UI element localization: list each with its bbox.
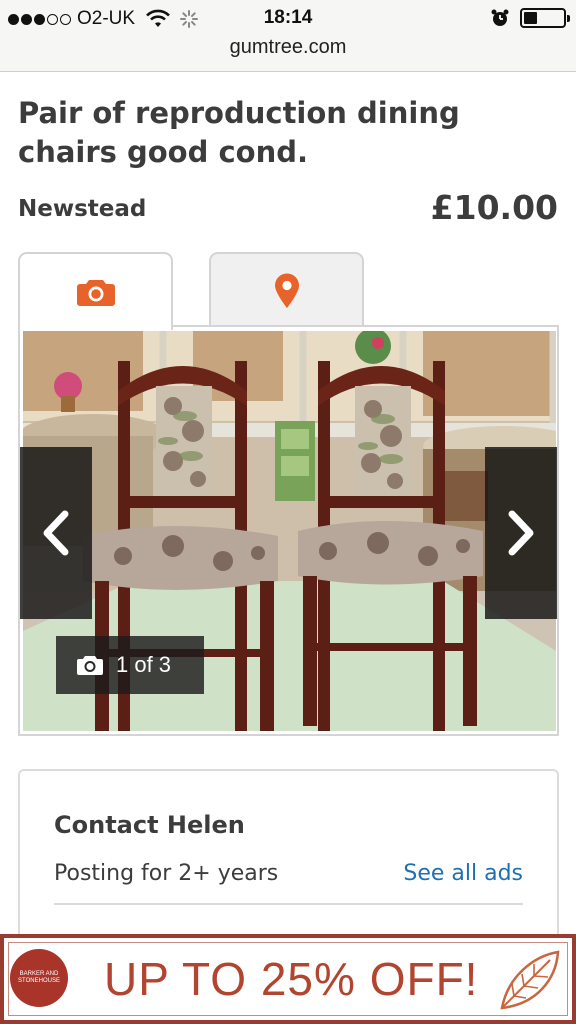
listing-location: Newstead <box>18 196 147 222</box>
brand-logo: BARKER AND STONEHOUSE <box>10 949 68 1007</box>
previous-photo-button[interactable] <box>20 447 92 619</box>
divider <box>54 903 523 905</box>
alarm-clock-icon <box>491 9 509 26</box>
posting-duration: Posting for 2+ years <box>54 861 279 886</box>
camera-icon <box>77 656 103 675</box>
status-bar-right <box>490 8 570 28</box>
ad-banner[interactable]: BARKER AND STONEHOUSE UP TO 25% OFF! <box>0 934 576 1024</box>
map-pin-icon <box>274 273 299 308</box>
photo-counter: 1 of 3 <box>56 636 204 694</box>
leaf-icon <box>500 950 560 1010</box>
chevron-right-icon <box>508 510 534 556</box>
contact-title: Contact Helen <box>54 811 245 839</box>
tab-photos[interactable] <box>18 252 173 330</box>
battery-level-fill <box>524 12 538 24</box>
chevron-left-icon <box>43 510 69 556</box>
address-bar-url[interactable]: gumtree.com <box>0 36 576 59</box>
listing-title: Pair of reproduction dining chairs good … <box>18 96 460 169</box>
next-photo-button[interactable] <box>485 447 557 619</box>
ad-headline: UP TO 25% OFF! <box>104 953 479 1005</box>
photo-gallery: 1 of 3 <box>18 325 559 736</box>
battery-icon <box>520 8 570 28</box>
photo-counter-label: 1 of 3 <box>116 652 172 677</box>
see-all-ads-link[interactable]: See all ads <box>403 861 523 886</box>
camera-icon <box>76 280 115 306</box>
status-bar: O2-UK 18:14 gumtree.com <box>0 0 576 72</box>
tab-map[interactable] <box>209 252 364 328</box>
listing-price: £10.00 <box>430 188 558 227</box>
